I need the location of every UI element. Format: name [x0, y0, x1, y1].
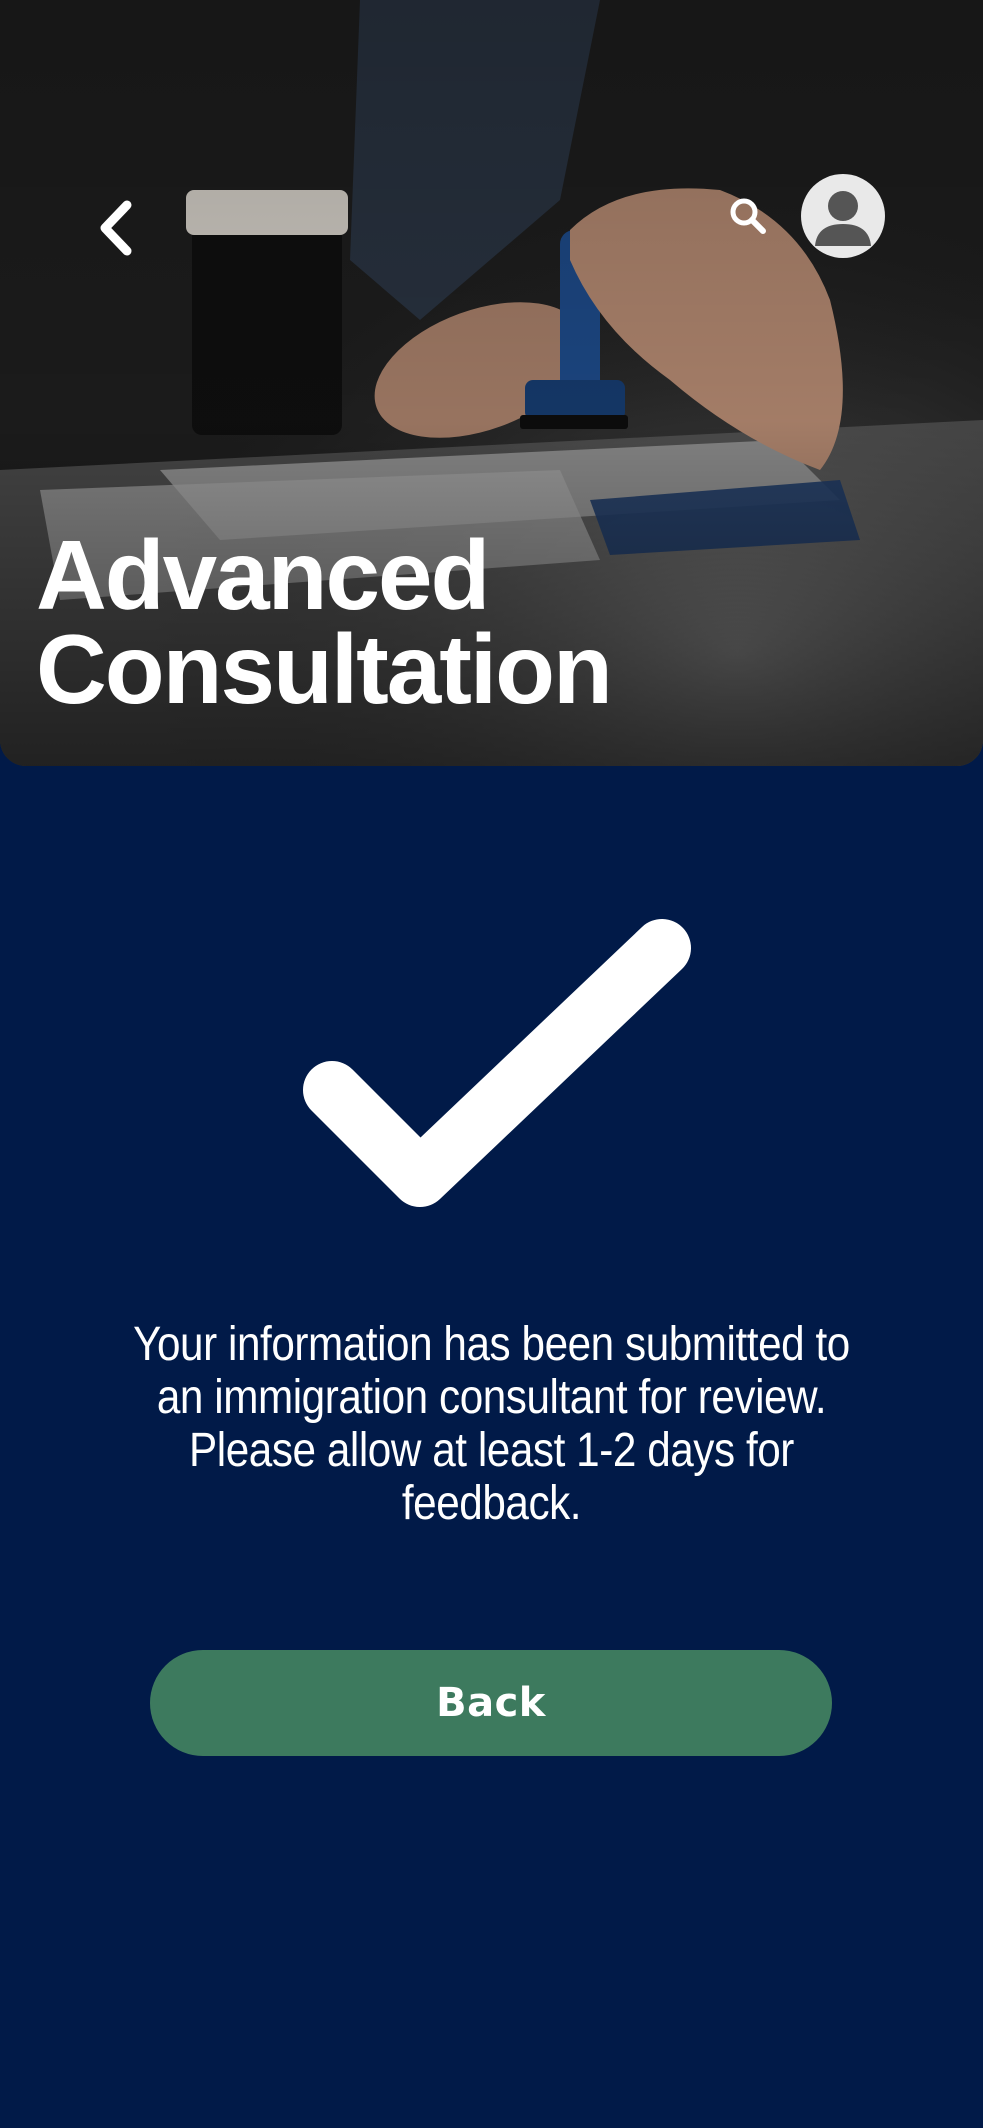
chevron-left-icon — [100, 200, 132, 256]
user-avatar-icon — [815, 191, 871, 246]
back-button[interactable]: Back — [150, 1650, 832, 1756]
search-button[interactable] — [722, 190, 774, 242]
confirmation-message: Your information has been submitted to a… — [133, 1318, 850, 1530]
search-icon — [730, 198, 766, 234]
page-title-line2: Consultation — [36, 614, 613, 724]
confirmation-screen: Advanced Consultation Your information ha… — [0, 0, 983, 2128]
user-avatar[interactable] — [801, 174, 885, 258]
header-banner: Advanced Consultation — [0, 0, 983, 766]
page-title: Advanced Consultation — [36, 526, 936, 718]
back-nav-button[interactable] — [82, 188, 148, 268]
checkmark-icon — [303, 919, 691, 1207]
